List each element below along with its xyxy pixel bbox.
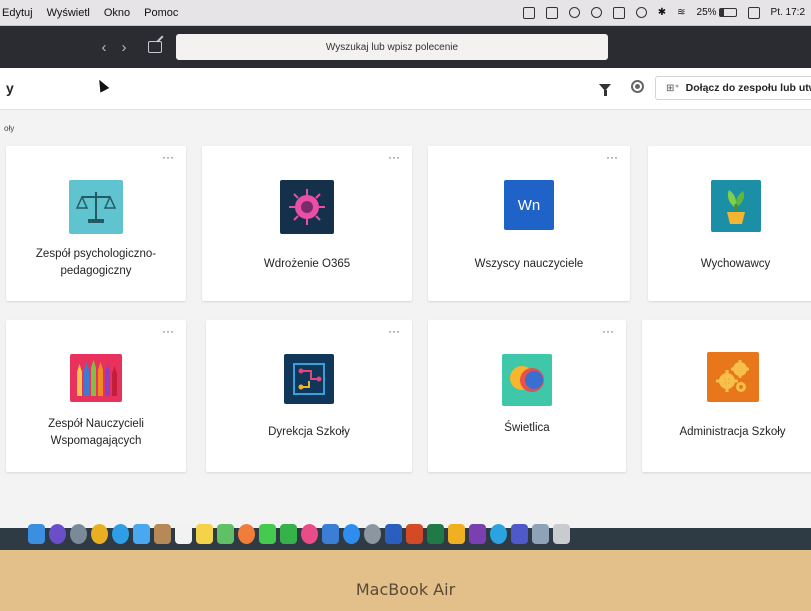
powerpoint-icon[interactable] — [406, 524, 423, 544]
record-icon[interactable] — [590, 7, 602, 18]
facetime-icon[interactable] — [280, 524, 297, 544]
maps-icon[interactable] — [217, 524, 234, 544]
more-options-icon[interactable]: ··· — [388, 325, 400, 337]
teams-title-bar: ‹ › Wyszukaj lub wpisz polecenie — [0, 26, 811, 68]
clock[interactable]: Pt. 17:2 — [771, 7, 805, 18]
wifi-icon[interactable]: ≋ — [677, 7, 685, 18]
join-button-label: Dołącz do zespołu lub utwó — [685, 82, 811, 94]
outlook-icon[interactable] — [448, 524, 465, 544]
notes-icon[interactable] — [196, 524, 213, 544]
virus-icon — [280, 180, 334, 234]
back-arrow-icon[interactable]: ‹ — [94, 39, 114, 56]
join-or-create-team-button[interactable]: ⊞⁺ Dołącz do zespołu lub utwó — [655, 76, 811, 100]
team-card[interactable]: ··· Świetlica — [428, 320, 626, 472]
messages-icon[interactable] — [259, 524, 276, 544]
plant-icon — [710, 180, 761, 232]
team-card[interactable]: ··· Wdrożenie O365 — [202, 146, 412, 301]
team-name: Zespół Nauczycieli Wspomagających — [48, 418, 144, 447]
team-name: Administracja Szkoły — [679, 426, 786, 438]
initials-icon: Wn — [504, 180, 554, 230]
team-card[interactable]: ··· Dyrekcja Szkoły — [206, 320, 412, 472]
search-placeholder: Wyszukaj lub wpisz polecenie — [325, 41, 459, 53]
calendar-icon[interactable] — [175, 524, 192, 544]
onenote-icon[interactable] — [469, 524, 486, 544]
circuit-icon — [284, 354, 334, 404]
team-name: Świetlica — [504, 422, 550, 434]
word-icon[interactable] — [385, 524, 402, 544]
screen-icon[interactable] — [545, 6, 558, 19]
more-options-icon[interactable]: ··· — [388, 151, 400, 163]
more-options-icon[interactable]: ··· — [162, 325, 174, 337]
settings-icon[interactable] — [631, 80, 644, 93]
mouse-cursor-icon — [94, 77, 110, 93]
teams-icon[interactable] — [511, 524, 528, 544]
itunes-icon[interactable] — [301, 524, 318, 544]
contacts-icon[interactable] — [154, 524, 171, 544]
team-card[interactable]: ··· Wn Wszyscy nauczyciele — [428, 146, 630, 301]
airplay-icon[interactable] — [612, 6, 625, 19]
teams-content: y ⊞⁺ Dołącz do zespołu lub utwó oły ··· … — [0, 68, 811, 528]
team-card[interactable]: ··· Zespół Nauczycieli Wspomagających — [6, 320, 186, 472]
input-source-icon[interactable] — [747, 6, 760, 19]
search-input[interactable]: Wyszukaj lub wpisz polecenie — [176, 34, 608, 60]
dock-apps — [28, 524, 570, 544]
compose-icon[interactable] — [148, 41, 162, 53]
team-initials: Wn — [517, 196, 541, 214]
add-team-icon: ⊞⁺ — [666, 82, 680, 94]
speech-bubbles-icon — [502, 354, 552, 406]
more-options-icon[interactable]: ··· — [602, 325, 614, 337]
filter-icon[interactable] — [599, 84, 611, 96]
laptop-brand: MacBook Air — [355, 580, 456, 599]
battery-indicator[interactable]: 25% — [697, 7, 737, 18]
chrome-icon[interactable] — [91, 524, 108, 544]
team-name: Zespół psychologiczno-pedagogiczny — [35, 248, 157, 277]
more-options-icon[interactable]: ··· — [606, 151, 618, 163]
bluetooth-icon[interactable]: ✱ — [658, 7, 666, 18]
app-store-icon[interactable] — [343, 524, 360, 544]
safari-icon[interactable] — [112, 524, 129, 544]
more-options-icon[interactable]: ··· — [162, 151, 174, 163]
skype-icon[interactable] — [490, 524, 507, 544]
finder-icon[interactable] — [28, 524, 45, 544]
team-name: Wychowawcy — [700, 258, 771, 270]
page-title: y — [6, 80, 14, 96]
team-card[interactable]: ··· Zespół psychologiczno-pedagogiczny — [6, 146, 186, 301]
siri-icon[interactable] — [49, 524, 66, 544]
keynote-icon[interactable] — [322, 524, 339, 544]
launchpad-icon[interactable] — [70, 524, 87, 544]
team-card[interactable]: Administracja Szkoły — [642, 320, 811, 472]
mail-icon[interactable] — [133, 524, 150, 544]
team-card[interactable]: Wychowawcy — [648, 146, 811, 301]
scales-icon — [69, 180, 123, 234]
extension-icon[interactable] — [522, 6, 535, 19]
macos-menu-bar: Edytuj Wyświetl Okno Pomoc ✱ ≋ 25% Pt. 1… — [0, 0, 811, 26]
section-label: oły — [4, 124, 15, 133]
battery-icon — [718, 8, 737, 17]
menu-item-help[interactable]: Pomoc — [144, 7, 178, 19]
moon-icon[interactable] — [568, 7, 580, 18]
page-header: y ⊞⁺ Dołącz do zespołu lub utwó — [0, 68, 811, 110]
excel-icon[interactable] — [427, 524, 444, 544]
crayons-icon — [70, 354, 122, 402]
screen: { "menubar": { "items": ["Edytuj", "Wyśw… — [0, 0, 811, 611]
downloads-icon[interactable] — [532, 524, 549, 544]
trash-icon[interactable] — [553, 524, 570, 544]
menu-item-window[interactable]: Okno — [104, 7, 130, 19]
time-machine-icon[interactable] — [635, 7, 647, 18]
team-name: Dyrekcja Szkoły — [268, 426, 350, 438]
team-name: Wszyscy nauczyciele — [474, 258, 584, 270]
status-area: ✱ ≋ 25% Pt. 17:2 — [522, 6, 811, 19]
forward-arrow-icon[interactable]: › — [114, 39, 134, 56]
menu-item-view[interactable]: Wyświetl — [47, 7, 90, 19]
menu-item-edit[interactable]: Edytuj — [2, 7, 33, 19]
preferences-icon[interactable] — [364, 524, 381, 544]
team-name: Wdrożenie O365 — [263, 258, 351, 270]
photos-icon[interactable] — [238, 524, 255, 544]
gears-icon — [706, 352, 759, 402]
battery-percent: 25% — [696, 7, 717, 18]
